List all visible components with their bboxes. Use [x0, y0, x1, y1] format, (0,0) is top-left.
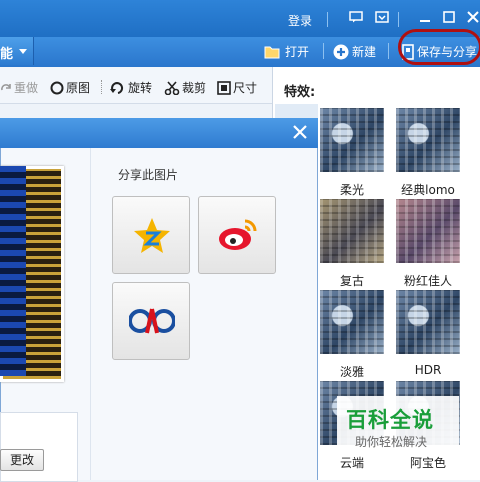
change-button[interactable]: 更改: [0, 449, 44, 471]
effect-label: 阿宝色: [409, 456, 446, 470]
redo-label: 重做: [14, 81, 39, 95]
circle-icon: [50, 81, 64, 94]
folder-icon: [264, 46, 280, 58]
maximize-icon[interactable]: [441, 11, 457, 25]
effect-label: 云端: [339, 456, 364, 470]
qzone-share-button[interactable]: [112, 196, 190, 274]
crop-button[interactable]: 裁剪: [164, 79, 206, 96]
separator: [388, 43, 389, 59]
rotate-label: 旋转: [128, 81, 153, 95]
crop-label: 裁剪: [182, 81, 207, 95]
close-icon[interactable]: [465, 11, 480, 25]
divider: [90, 148, 91, 480]
effect-label: 经典lomo: [401, 183, 455, 197]
feature-menu-button[interactable]: 能: [0, 37, 34, 65]
effect-label: 柔光: [339, 183, 364, 197]
rotate-icon: [110, 81, 124, 94]
weibo-share-button[interactable]: [198, 196, 276, 274]
effect-thumb-retro[interactable]: [320, 199, 384, 263]
original-label: 原图: [66, 81, 91, 95]
effect-thumb-hdr[interactable]: [396, 290, 460, 354]
resize-icon: [217, 80, 231, 95]
info-box: [0, 412, 78, 482]
effect-thumb-pink[interactable]: [396, 199, 460, 263]
size-button[interactable]: 尺寸: [217, 79, 257, 96]
size-label: 尺寸: [233, 81, 258, 95]
new-button[interactable]: 新建: [333, 43, 376, 60]
plus-circle-icon: [333, 44, 349, 59]
preview-image-detail: [0, 166, 26, 376]
separator: [323, 43, 324, 59]
skin-icon[interactable]: [374, 11, 390, 25]
weibo-icon: [219, 219, 257, 250]
effect-label: 复古: [339, 274, 364, 288]
effect-thumb-elegant[interactable]: [320, 290, 384, 354]
new-label: 新建: [352, 45, 377, 59]
feature-menu-label: 能: [0, 47, 14, 62]
watermark-title: 百科全说: [346, 408, 434, 432]
effect-thumb-soft[interactable]: [320, 108, 384, 172]
watermark-subtitle: 助你轻松解决: [355, 435, 428, 449]
separator: [398, 12, 399, 27]
login-link[interactable]: 登录: [288, 12, 312, 29]
separator: [327, 12, 328, 27]
original-button[interactable]: 原图: [50, 79, 90, 96]
dialog-header: [0, 118, 318, 148]
open-button[interactable]: 打开: [264, 43, 309, 60]
redo-icon: [1, 83, 11, 90]
separator: [101, 80, 103, 94]
highlight-circle: [398, 29, 480, 65]
redo-button[interactable]: 重做: [0, 79, 38, 96]
renren-icon: [129, 308, 175, 334]
effect-label: HDR: [414, 363, 442, 377]
message-icon[interactable]: [348, 11, 364, 25]
scissors-icon: [164, 80, 180, 95]
effect-label: 淡雅: [339, 365, 364, 379]
minimize-icon[interactable]: [417, 11, 433, 25]
renren-share-button[interactable]: [112, 282, 190, 360]
qzone-icon: [134, 218, 170, 253]
effect-label: 粉红佳人: [403, 274, 452, 288]
close-icon[interactable]: [289, 120, 311, 144]
share-title: 分享此图片: [118, 168, 179, 182]
effect-thumb-lomo[interactable]: [396, 108, 460, 172]
open-label: 打开: [285, 45, 310, 59]
rotate-button[interactable]: 旋转: [110, 79, 152, 96]
chevron-down-icon: [19, 49, 27, 54]
effects-title: 特效:: [284, 85, 316, 100]
